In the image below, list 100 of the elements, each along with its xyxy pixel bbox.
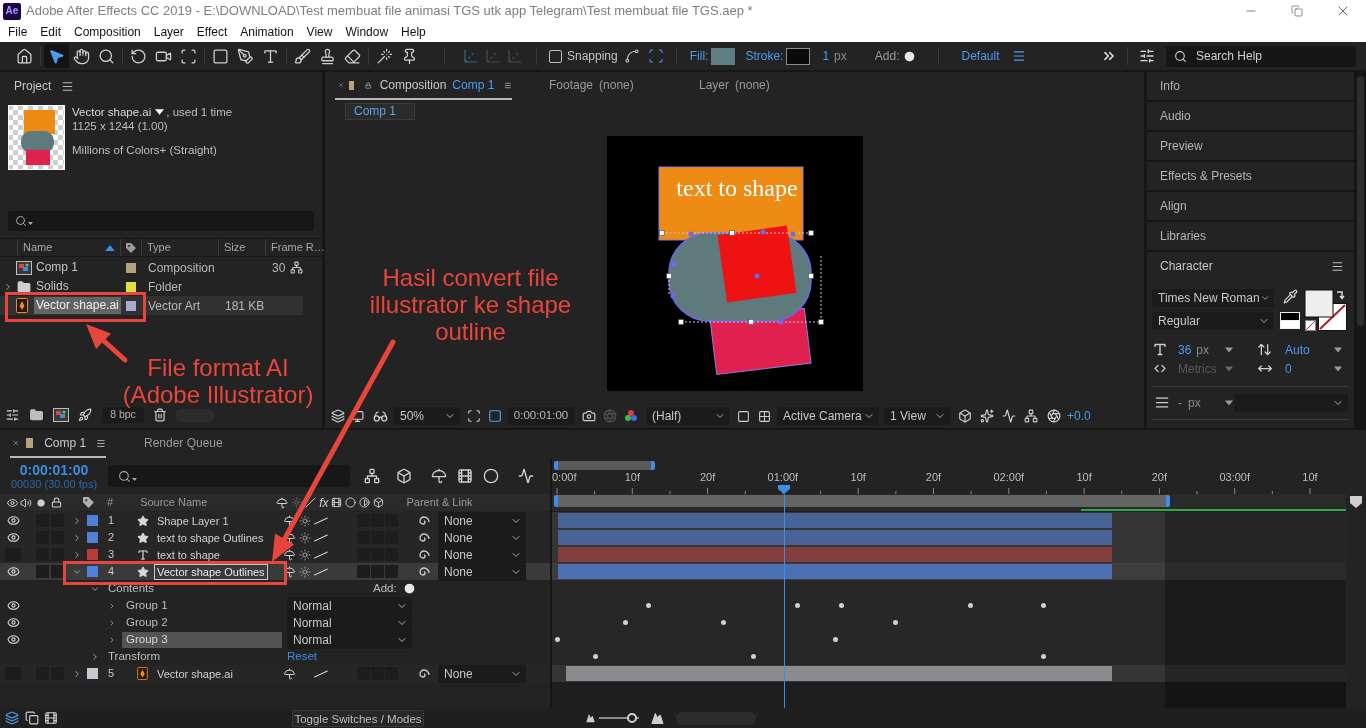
frame-corners-icon[interactable] [467, 409, 481, 423]
viewer-tab[interactable]: Composition Comp 1 [335, 72, 512, 100]
expand-chevron-icon[interactable] [72, 668, 82, 679]
play-circle-icon[interactable] [402, 582, 416, 595]
column-header[interactable]: Name [17, 239, 120, 256]
zoom-slider[interactable] [599, 713, 639, 723]
expand-chevron-icon[interactable] [72, 532, 82, 543]
expand-chevron-icon[interactable] [72, 549, 82, 560]
solo-toggle[interactable] [36, 565, 49, 578]
zoom-dropdown[interactable]: 50% [394, 407, 460, 425]
resolution-dropdown[interactable]: (Half) [646, 407, 730, 425]
monitor-icon[interactable] [351, 409, 364, 423]
group-name[interactable]: Group 2 [122, 614, 282, 631]
camera-icon[interactable] [582, 409, 596, 423]
panel-header[interactable]: Libraries [1147, 222, 1354, 250]
layer-name[interactable]: Vector shape Outlines [154, 563, 268, 580]
eyedropper-icon[interactable] [1282, 289, 1298, 304]
spiral-icon[interactable] [418, 514, 430, 527]
timeline-tab[interactable]: Comp 1 [10, 430, 106, 458]
label-color-swatch[interactable] [87, 566, 98, 577]
film-icon[interactable] [44, 711, 58, 725]
reset-link[interactable]: Reset [287, 647, 318, 666]
no-color-swatch[interactable] [1305, 320, 1316, 331]
layer-name[interactable]: Vector shape.ai [154, 665, 236, 682]
stroke-width-value[interactable]: - [1178, 393, 1182, 412]
label-color-swatch[interactable] [87, 549, 98, 560]
label-color-swatch[interactable] [125, 262, 136, 273]
font-style-dropdown[interactable]: Regular [1152, 312, 1274, 330]
pulse-icon[interactable] [1002, 409, 1016, 423]
umbrella-icon[interactable] [283, 514, 296, 527]
sparkle-icon[interactable] [980, 409, 994, 423]
toggle-switches-button[interactable]: Toggle Switches / Modes [292, 709, 424, 727]
layers-icon[interactable] [331, 409, 345, 423]
image-frame-icon[interactable] [53, 408, 69, 422]
flowchart-icon[interactable] [1024, 409, 1038, 423]
expand-chevron-icon[interactable] [90, 651, 100, 662]
rocket-icon[interactable] [78, 408, 92, 422]
tracking-value[interactable]: 0 [1285, 361, 1292, 376]
expand-chevron-icon[interactable] [72, 515, 82, 526]
close-icon[interactable] [12, 438, 20, 448]
close-icon[interactable] [338, 80, 344, 90]
curve-icon[interactable] [623, 48, 640, 64]
sun-icon[interactable] [299, 514, 311, 527]
fill-color-swatch[interactable] [1304, 289, 1334, 318]
parent-dropdown[interactable]: None [438, 664, 526, 683]
project-item-row[interactable]: Solids Folder [0, 277, 303, 296]
fill-swatch[interactable] [711, 47, 736, 65]
stroke-width-value[interactable]: 1 [822, 47, 830, 65]
viewer-tab[interactable]: Footage (none) [512, 72, 662, 100]
menu-item[interactable]: Window [339, 22, 395, 42]
menu-item[interactable]: File [2, 22, 34, 42]
switch-toggle[interactable] [357, 565, 370, 578]
parent-dropdown[interactable]: None [438, 511, 526, 530]
project-item-row[interactable]: Comp 1 Composition 30 [0, 258, 303, 277]
exposure-value[interactable]: +0.0 [1067, 407, 1091, 425]
visibility-toggle[interactable] [5, 531, 21, 544]
switch-toggle[interactable] [371, 565, 384, 578]
slider-thumb[interactable] [626, 713, 637, 723]
layer-name[interactable]: text to shape Outlines [154, 529, 267, 546]
grid-icon[interactable] [758, 409, 771, 423]
cube-icon[interactable] [958, 409, 972, 423]
project-item-row[interactable]: Vector shape.ai Vector Art 181 KB [0, 296, 303, 315]
timecode-field[interactable]: 0:00:01:00 [508, 407, 574, 425]
expand-chevron-icon[interactable] [3, 281, 13, 292]
trash-icon[interactable] [153, 408, 167, 422]
menu-item[interactable]: Composition [68, 22, 147, 42]
umbrella-icon[interactable] [283, 548, 296, 561]
visibility-toggle[interactable] [5, 565, 21, 578]
blend-mode-dropdown[interactable]: Normal [287, 596, 412, 615]
panel-header[interactable]: Info [1147, 72, 1354, 100]
spiral-icon[interactable] [418, 565, 430, 578]
umbrella-icon[interactable] [283, 667, 296, 680]
layer-row[interactable]: 4 Vector shape Outlines None [0, 563, 550, 580]
panel-header[interactable]: Align [1147, 192, 1354, 220]
panel-header[interactable]: Effects & Presets [1147, 162, 1354, 190]
swap-arrow-icon[interactable] [1336, 291, 1345, 300]
visibility-toggle[interactable] [5, 633, 21, 646]
column-header[interactable]: Parent & Link [406, 494, 473, 511]
column-header[interactable]: Size [218, 239, 265, 256]
view-layout-dropdown[interactable]: 1 View [884, 407, 950, 425]
group-name[interactable]: Group 3 [122, 631, 282, 648]
menu-icon[interactable] [1011, 49, 1026, 63]
font-family-dropdown[interactable]: Times New Roman [1152, 289, 1274, 307]
pentagon-icon[interactable] [1349, 495, 1363, 509]
flowchart-icon[interactable] [364, 468, 380, 484]
spiral-icon[interactable] [418, 548, 430, 561]
search-field[interactable] [8, 211, 314, 231]
spiral-icon[interactable] [418, 531, 430, 544]
timeline-tab[interactable]: Render Queue [142, 430, 225, 458]
sliders-icon[interactable] [5, 408, 20, 422]
menu-item[interactable]: Animation [234, 22, 300, 42]
circle-icon[interactable] [483, 468, 499, 484]
switch-toggle[interactable] [385, 565, 398, 578]
menu-item[interactable]: Help [395, 22, 432, 42]
viewer-tab[interactable]: Layer (none) [662, 72, 812, 100]
group-name[interactable]: Group 1 [122, 597, 282, 614]
square-icon[interactable] [488, 409, 502, 423]
default-colors-icon[interactable] [1280, 312, 1300, 329]
pulse-icon[interactable] [518, 468, 534, 484]
layers-icon[interactable] [5, 711, 19, 725]
